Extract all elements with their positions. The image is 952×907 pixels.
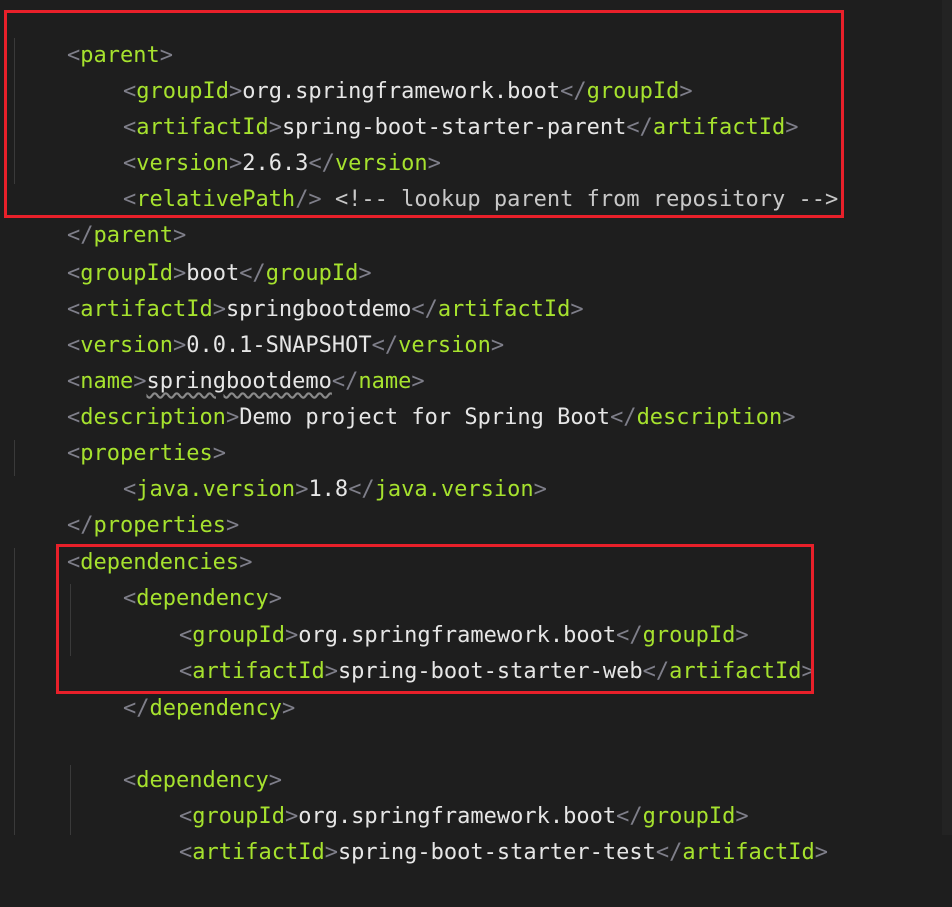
- code-line[interactable]: <dependency>: [70, 727, 282, 793]
- code-line[interactable]: <artifactId>spring-boot-starter-test</ar…: [126, 799, 828, 865]
- code-line[interactable]: <version>0.0.1-SNAPSHOT</version>: [14, 292, 504, 358]
- highlight-box-parent: [4, 10, 844, 218]
- tag-name: description: [636, 405, 783, 430]
- code-line[interactable]: <dependencies>: [14, 509, 252, 575]
- tag-name: dependency: [149, 696, 282, 721]
- code-line[interactable]: <properties>: [14, 400, 226, 466]
- code-line[interactable]: <artifactId>springbootdemo</artifactId>: [14, 256, 584, 322]
- code-line[interactable]: <groupId>org.springframework.boot</group…: [126, 763, 749, 829]
- tag-name: artifactId: [192, 840, 325, 865]
- tag-value: 1.8: [308, 477, 349, 502]
- tag-value: Demo project for Spring Boot: [239, 405, 611, 430]
- code-editor[interactable]: <parent> <groupId>org.springframework.bo…: [0, 0, 952, 865]
- code-line[interactable]: <java.version>1.8</java.version>: [70, 436, 547, 502]
- code-line[interactable]: <description>Demo project for Spring Boo…: [14, 364, 796, 430]
- highlight-box-web-dependency: [56, 544, 814, 694]
- code-line[interactable]: </properties>: [14, 472, 239, 538]
- code-line[interactable]: <groupId>boot</groupId>: [14, 220, 372, 286]
- tag-value: spring-boot-starter-test: [337, 840, 656, 865]
- code-line[interactable]: <name>springbootdemo</name>: [14, 328, 425, 394]
- tag-name: java.version: [374, 477, 534, 502]
- scrollbar-track[interactable]: [942, 0, 952, 835]
- tag-name: artifactId: [682, 840, 815, 865]
